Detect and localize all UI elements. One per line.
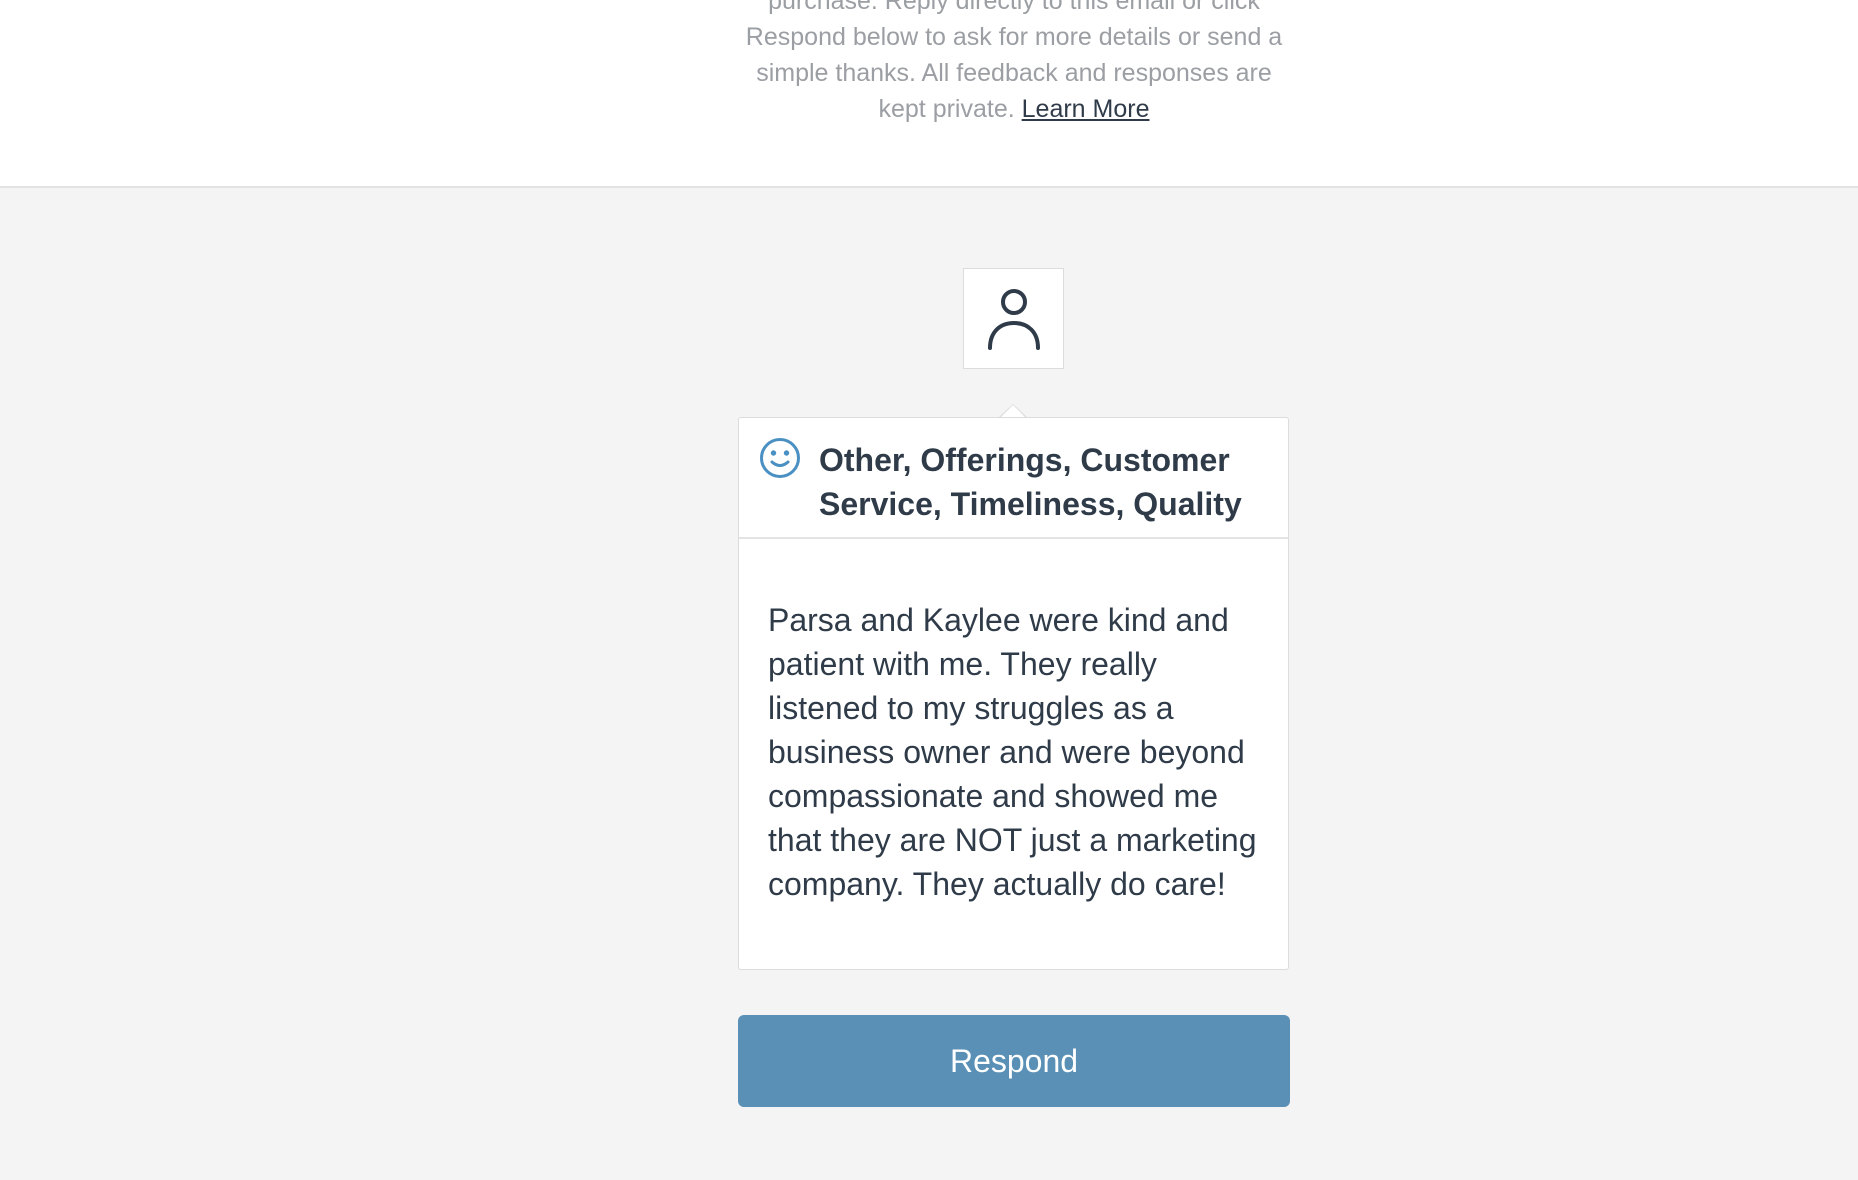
card-pointer	[998, 404, 1028, 419]
learn-more-link[interactable]: Learn More	[1022, 95, 1150, 123]
smile-icon	[760, 438, 800, 478]
intro-section: purchase. Reply directly to this email o…	[0, 0, 1858, 188]
feedback-card-header: Other, Offerings, Customer Service, Time…	[739, 418, 1288, 539]
feedback-categories: Other, Offerings, Customer Service, Time…	[819, 442, 1242, 522]
avatar	[963, 268, 1064, 369]
intro-text: purchase. Reply directly to this email o…	[745, 0, 1283, 123]
intro-message: purchase. Reply directly to this email o…	[738, 0, 1290, 127]
respond-button[interactable]: Respond	[738, 1015, 1290, 1107]
feedback-card: Other, Offerings, Customer Service, Time…	[738, 417, 1289, 970]
user-icon	[988, 289, 1040, 350]
review-text: Parsa and Kaylee were kind and patient w…	[768, 602, 1257, 902]
